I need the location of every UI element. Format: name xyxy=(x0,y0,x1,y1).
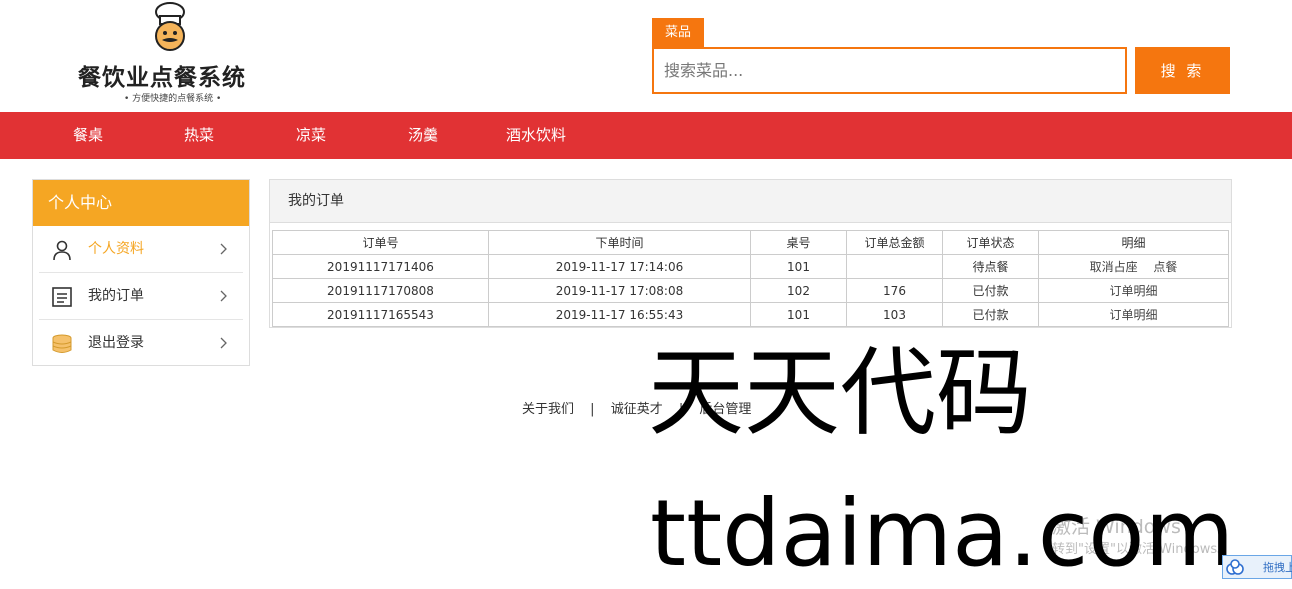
column-header-status: 订单状态 xyxy=(942,230,1039,255)
orders-panel: 我的订单 订单号 下单时间 桌号 订单总金额 订单状态 明细 201911171… xyxy=(269,179,1232,328)
order-details-link[interactable]: 订单明细 xyxy=(1109,308,1157,322)
page: 餐饮业点餐系统 • 方便快捷的点餐系统 • 菜品 搜 索 餐桌 热菜 凉菜 汤羹… xyxy=(0,0,1292,589)
table-header-row: 订单号 下单时间 桌号 订单总金额 订单状态 明细 xyxy=(272,230,1229,255)
column-header-details: 明细 xyxy=(1038,230,1229,255)
total-cell: 103 xyxy=(846,302,943,327)
nav-item-tables[interactable]: 餐桌 xyxy=(73,112,103,159)
user-icon xyxy=(53,240,71,261)
table-no-cell: 101 xyxy=(750,302,847,327)
details-cell: 取消占座 点餐 xyxy=(1038,254,1229,279)
sidebar-item-label: 我的订单 xyxy=(88,288,144,304)
site-logo[interactable]: 餐饮业点餐系统 • 方便快捷的点餐系统 • xyxy=(70,2,280,108)
chevron-right-icon xyxy=(220,337,227,349)
chef-icon xyxy=(155,2,185,51)
footer-link-about[interactable]: 关于我们 xyxy=(522,402,574,417)
cancel-reservation-link[interactable]: 取消占座 xyxy=(1090,260,1138,274)
floating-widget-label: 拖拽上 xyxy=(1263,561,1292,574)
sidebar: 个人中心 个人资料 我的订单 退出登录 xyxy=(32,179,250,366)
watermark-text-url: ttdaima.com xyxy=(650,480,1235,587)
logo-title: 餐饮业点餐系统 xyxy=(78,65,246,91)
nav-item-drinks[interactable]: 酒水饮料 xyxy=(506,112,566,159)
column-header-total: 订单总金额 xyxy=(846,230,943,255)
order-id-cell: 20191117165543 xyxy=(272,302,489,327)
order-details-link[interactable]: 订单明细 xyxy=(1109,284,1157,298)
column-header-table-no: 桌号 xyxy=(750,230,847,255)
table-row: 20191117165543 2019-11-17 16:55:43 101 1… xyxy=(272,302,1229,327)
nav-item-hot-dishes[interactable]: 热菜 xyxy=(184,112,214,159)
table-row: 20191117171406 2019-11-17 17:14:06 101 待… xyxy=(272,254,1229,279)
column-header-order-time: 下单时间 xyxy=(488,230,751,255)
search-input[interactable] xyxy=(652,47,1127,94)
status-cell: 已付款 xyxy=(942,278,1039,303)
status-cell: 已付款 xyxy=(942,302,1039,327)
table-no-cell: 102 xyxy=(750,278,847,303)
order-list-icon xyxy=(52,287,72,307)
panel-title: 我的订单 xyxy=(270,180,1231,223)
sidebar-item-label: 个人资料 xyxy=(88,241,144,257)
sidebar-item-orders[interactable]: 我的订单 xyxy=(39,273,243,320)
status-cell: 待点餐 xyxy=(942,254,1039,279)
chevron-right-icon xyxy=(220,290,227,302)
column-header-order-id: 订单号 xyxy=(272,230,489,255)
watermark-text-cn: 天天代码 xyxy=(648,337,1032,449)
orders-table: 订单号 下单时间 桌号 订单总金额 订单状态 明细 20191117171406… xyxy=(272,230,1229,327)
chevron-right-icon xyxy=(220,243,227,255)
sidebar-item-profile[interactable]: 个人资料 xyxy=(39,226,243,273)
sidebar-title: 个人中心 xyxy=(33,180,249,226)
nav-item-cold-dishes[interactable]: 凉菜 xyxy=(296,112,326,159)
order-time-cell: 2019-11-17 17:14:06 xyxy=(488,254,751,279)
nav-item-soups[interactable]: 汤羹 xyxy=(408,112,438,159)
details-cell: 订单明细 xyxy=(1038,278,1229,303)
table-no-cell: 101 xyxy=(750,254,847,279)
details-cell: 订单明细 xyxy=(1038,302,1229,327)
coins-icon xyxy=(52,334,72,353)
sidebar-item-logout[interactable]: 退出登录 xyxy=(39,320,243,367)
cloud-icon xyxy=(1226,559,1244,575)
total-cell xyxy=(846,254,943,279)
search-button[interactable]: 搜 索 xyxy=(1135,47,1230,94)
order-id-cell: 20191117171406 xyxy=(272,254,489,279)
search-category-tab[interactable]: 菜品 xyxy=(652,18,704,47)
order-time-cell: 2019-11-17 17:08:08 xyxy=(488,278,751,303)
order-time-cell: 2019-11-17 16:55:43 xyxy=(488,302,751,327)
footer-separator: | xyxy=(590,402,595,417)
logo-subtitle: • 方便快捷的点餐系统 • xyxy=(124,94,222,104)
main-nav: 餐桌 热菜 凉菜 汤羹 酒水饮料 xyxy=(0,112,1292,159)
order-id-cell: 20191117170808 xyxy=(272,278,489,303)
sidebar-item-label: 退出登录 xyxy=(88,335,144,351)
floating-drag-widget[interactable]: 拖拽上 xyxy=(1222,555,1292,579)
total-cell: 176 xyxy=(846,278,943,303)
order-food-link[interactable]: 点餐 xyxy=(1153,260,1177,274)
table-row: 20191117170808 2019-11-17 17:08:08 102 1… xyxy=(272,278,1229,303)
